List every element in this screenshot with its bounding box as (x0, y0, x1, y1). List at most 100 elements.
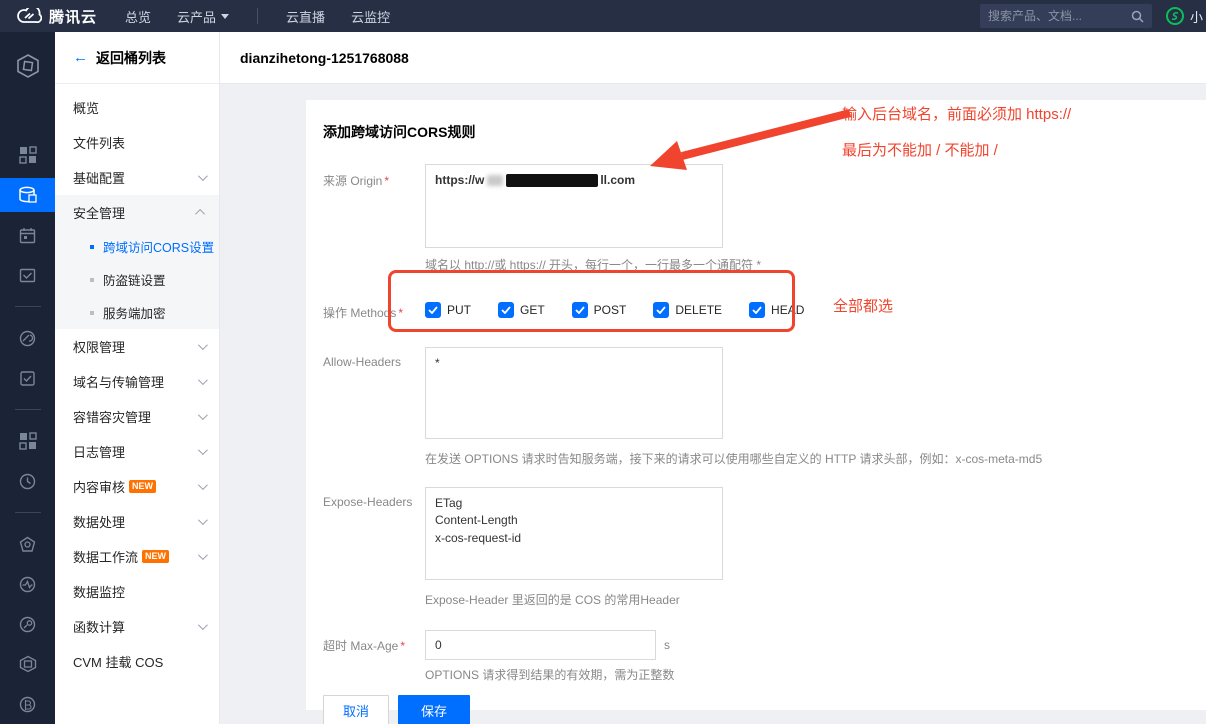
back-to-bucket-list[interactable]: 返回桶列表 (55, 32, 219, 84)
allow-headers-row: Allow-Headers * (323, 347, 1182, 442)
billing-circle-icon[interactable] (0, 687, 55, 721)
avatar (1166, 7, 1184, 25)
sidebar-item-cvm-mount-cos[interactable]: CVM 挂载 COS (55, 644, 219, 679)
user-name: 小 (1190, 7, 1203, 26)
global-tools-icon[interactable] (0, 607, 55, 641)
bucket-name-title: dianzihetong-1251768088 (240, 50, 409, 66)
nav-live-streaming[interactable]: 云直播 (286, 7, 325, 26)
security-management-group: 安全管理 跨域访问CORS设置 防盗链设置 服务端加密 (55, 195, 219, 329)
chevron-down-icon (221, 14, 229, 19)
pulse-monitor-icon[interactable] (0, 567, 55, 601)
required-asterisk: * (398, 306, 403, 320)
max-age-help-text: OPTIONS 请求得到结果的有效期，需为正整数 (425, 666, 1182, 683)
brand-name: 腾讯云 (49, 6, 97, 27)
sidebar-item-domain-transfer[interactable]: 域名与传输管理 (55, 364, 219, 399)
cos-product-logo-icon[interactable] (0, 46, 55, 86)
max-age-unit: s (664, 638, 670, 652)
history-clock-icon[interactable] (0, 464, 55, 498)
checked-checkbox-icon[interactable] (749, 302, 765, 318)
top-nav-menu: 总览 云产品 云直播 云监控 (125, 7, 390, 26)
cors-form-panel: 输入后台域名，前面必须加 https:// 最后为不能加 / 不能加 / 添加跨… (306, 100, 1206, 710)
sidebar-item-file-list[interactable]: 文件列表 (55, 125, 219, 160)
allow-headers-label: Allow-Headers (323, 347, 425, 369)
sidebar-item-log-management[interactable]: 日志管理 (55, 434, 219, 469)
nav-overview[interactable]: 总览 (125, 7, 151, 26)
required-asterisk: * (400, 639, 405, 653)
redaction-blur (487, 175, 503, 186)
checkbox-delete[interactable]: DELETE (653, 302, 722, 318)
rail-divider (15, 409, 41, 410)
search-icon[interactable] (1131, 10, 1144, 23)
chevron-down-icon (198, 445, 208, 455)
chevron-down-icon (198, 340, 208, 350)
apps-grid-icon[interactable] (0, 424, 55, 458)
sidebar-item-fault-tolerance[interactable]: 容错容灾管理 (55, 399, 219, 434)
sidebar-menu: 概览 文件列表 基础配置 安全管理 跨域访问CORS设置 防盗链设置 服务端加密… (55, 84, 219, 679)
checkbox-head[interactable]: HEAD (749, 302, 804, 318)
rail-divider (15, 512, 41, 513)
methods-label: 操作 Methods* (323, 300, 425, 321)
annotation-select-all: 全部都选 (833, 295, 893, 316)
cancel-button[interactable]: 取消 (323, 695, 389, 724)
sidebar-item-data-workflow[interactable]: 数据工作流NEW (55, 539, 219, 574)
rail-divider (15, 306, 41, 307)
form-title: 添加跨域访问CORS规则 (323, 122, 1182, 142)
shield-icon[interactable] (0, 527, 55, 561)
calendar-icon[interactable] (0, 218, 55, 252)
allow-headers-textarea[interactable]: * (425, 347, 723, 439)
nav-divider (257, 8, 258, 24)
task-check-icon[interactable] (0, 361, 55, 395)
chevron-down-icon (198, 550, 208, 560)
nav-cloud-products[interactable]: 云产品 (177, 7, 229, 26)
sidebar-item-data-monitoring[interactable]: 数据监控 (55, 574, 219, 609)
checked-checkbox-icon[interactable] (653, 302, 669, 318)
checked-checkbox-icon[interactable] (572, 302, 588, 318)
storage-bucket-icon-active[interactable] (0, 178, 55, 212)
back-label: 返回桶列表 (96, 48, 166, 68)
sidebar-item-basic-config[interactable]: 基础配置 (55, 160, 219, 195)
nav-cloud-monitor[interactable]: 云监控 (351, 7, 390, 26)
checkbox-post[interactable]: POST (572, 302, 627, 318)
search-box[interactable] (980, 4, 1152, 28)
methods-row: 全部都选 操作 Methods* PUT GET POST DELETE HEA… (323, 297, 1182, 323)
sidebar-subitem-cors-settings[interactable]: 跨域访问CORS设置 (55, 230, 219, 263)
sidebar-subitem-hotlink-protection[interactable]: 防盗链设置 (55, 263, 219, 296)
network-service-icon[interactable] (0, 321, 55, 355)
top-navigation-bar: 腾讯云 总览 云产品 云直播 云监控 小 (0, 0, 1206, 32)
chevron-up-icon (195, 209, 205, 219)
search-input[interactable] (988, 9, 1131, 23)
overview-grid-icon[interactable] (0, 138, 55, 172)
origin-textarea[interactable]: https://wll.com (425, 164, 723, 248)
checked-checkbox-icon[interactable] (498, 302, 514, 318)
annotation-line2: 最后为不能加 / 不能加 / (842, 139, 998, 160)
max-age-input[interactable] (425, 630, 656, 660)
sidebar-item-security-management[interactable]: 安全管理 (55, 195, 219, 230)
chevron-down-icon (198, 620, 208, 630)
sidebar-item-content-review[interactable]: 内容审核NEW (55, 469, 219, 504)
checkbox-get[interactable]: GET (498, 302, 545, 318)
sidebar-item-overview[interactable]: 概览 (55, 90, 219, 125)
methods-checkbox-group: PUT GET POST DELETE HEAD (425, 302, 804, 318)
origin-label: 来源 Origin* (323, 164, 425, 189)
form-actions: 取消 保存 (323, 695, 1182, 724)
archive-box-icon[interactable] (0, 647, 55, 681)
sidebar-subitem-server-encryption[interactable]: 服务端加密 (55, 296, 219, 329)
required-asterisk: * (384, 174, 389, 188)
bucket-sidebar: 返回桶列表 概览 文件列表 基础配置 安全管理 跨域访问CORS设置 防盗链设置… (55, 32, 220, 724)
tencent-cloud-logo[interactable]: 腾讯云 (0, 6, 111, 27)
sidebar-item-data-processing[interactable]: 数据处理 (55, 504, 219, 539)
checkbox-put[interactable]: PUT (425, 302, 471, 318)
save-button[interactable]: 保存 (398, 695, 470, 724)
user-account[interactable]: 小 (1166, 7, 1206, 26)
sidebar-item-function-compute[interactable]: 函数计算 (55, 609, 219, 644)
media-review-icon[interactable] (0, 258, 55, 292)
annotation-line1: 输入后台域名，前面必须加 https:// (842, 103, 1071, 124)
checked-checkbox-icon[interactable] (425, 302, 441, 318)
chevron-down-icon (198, 375, 208, 385)
max-age-row: 超时 Max-Age* s (323, 630, 1182, 660)
sidebar-item-permission-management[interactable]: 权限管理 (55, 329, 219, 364)
red-highlight-box (388, 270, 795, 332)
main-content: dianzihetong-1251768088 输入后台域名，前面必须加 htt… (220, 32, 1206, 724)
topbar-right-section: 小 (980, 4, 1206, 28)
expose-headers-textarea[interactable]: ETag Content-Length x-cos-request-id (425, 487, 723, 580)
